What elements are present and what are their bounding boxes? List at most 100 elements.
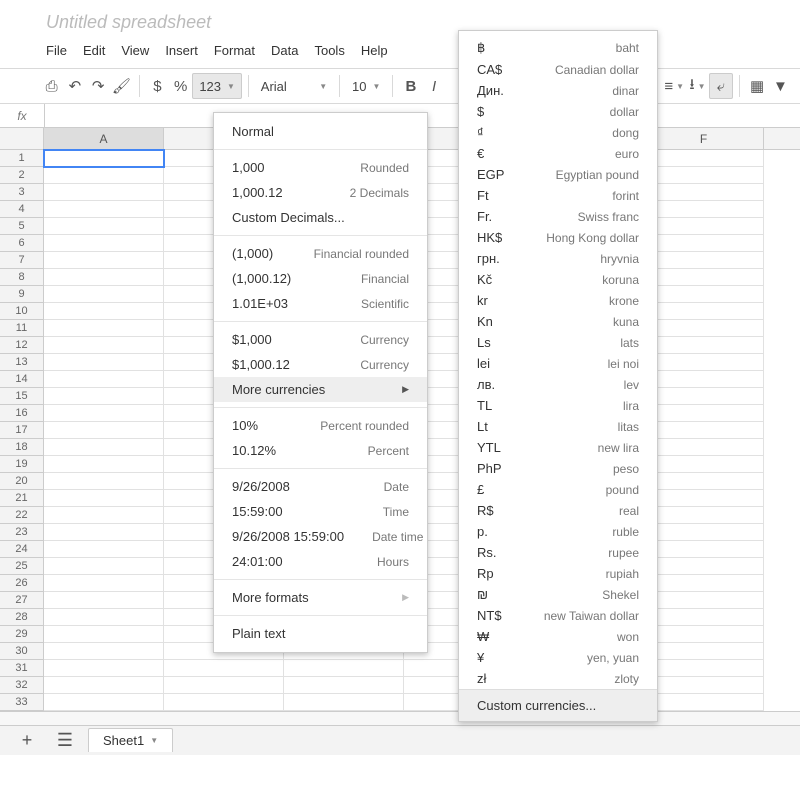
format-currency-rounded[interactable]: $1,000Currency [214, 327, 427, 352]
currency-option[interactable]: Rs.rupee [459, 542, 657, 563]
doc-title[interactable]: Untitled spreadsheet [0, 0, 800, 39]
italic-button[interactable]: I [423, 73, 446, 99]
row-header[interactable]: 26 [0, 575, 44, 592]
format-rounded[interactable]: 1,000Rounded [214, 155, 427, 180]
currency-option[interactable]: leilei noi [459, 353, 657, 374]
cell[interactable] [44, 541, 164, 558]
currency-option[interactable]: Lslats [459, 332, 657, 353]
cell[interactable] [644, 184, 764, 201]
custom-currencies[interactable]: Custom currencies... [459, 689, 657, 721]
cell[interactable] [44, 354, 164, 371]
row-header[interactable]: 23 [0, 524, 44, 541]
row-header[interactable]: 16 [0, 405, 44, 422]
format-percent[interactable]: 10.12%Percent [214, 438, 427, 463]
cell[interactable] [644, 490, 764, 507]
currency-option[interactable]: лв.lev [459, 374, 657, 395]
print-icon[interactable]: ⎙ [40, 73, 63, 99]
cell[interactable] [44, 643, 164, 660]
cell[interactable] [644, 201, 764, 218]
cell[interactable] [44, 405, 164, 422]
format-hours[interactable]: 24:01:00Hours [214, 549, 427, 574]
cell[interactable] [44, 150, 164, 167]
redo-icon[interactable]: ↷ [87, 73, 110, 99]
cell[interactable] [44, 677, 164, 694]
row-header[interactable]: 15 [0, 388, 44, 405]
cell[interactable] [44, 456, 164, 473]
cell[interactable] [644, 354, 764, 371]
row-header[interactable]: 24 [0, 541, 44, 558]
row-header[interactable]: 25 [0, 558, 44, 575]
row-header[interactable]: 22 [0, 507, 44, 524]
cell[interactable] [644, 541, 764, 558]
col-header-a[interactable]: A [44, 128, 164, 149]
cell[interactable] [644, 252, 764, 269]
cell[interactable] [644, 422, 764, 439]
currency-option[interactable]: ₩won [459, 626, 657, 647]
menu-format[interactable]: Format [214, 43, 255, 58]
format-more-currencies[interactable]: More currencies▶ [214, 377, 427, 402]
row-header[interactable]: 18 [0, 439, 44, 456]
currency-option[interactable]: NT$new Taiwan dollar [459, 605, 657, 626]
paint-format-icon[interactable]: 🖌 [110, 73, 133, 99]
row-header[interactable]: 11 [0, 320, 44, 337]
row-header[interactable]: 1 [0, 150, 44, 167]
row-header[interactable]: 21 [0, 490, 44, 507]
cell[interactable] [644, 371, 764, 388]
cell[interactable] [644, 592, 764, 609]
cell[interactable] [644, 303, 764, 320]
row-header[interactable]: 20 [0, 473, 44, 490]
cell[interactable] [44, 558, 164, 575]
currency-option[interactable]: TLlira [459, 395, 657, 416]
format-custom-decimals[interactable]: Custom Decimals... [214, 205, 427, 230]
row-header[interactable]: 14 [0, 371, 44, 388]
cell[interactable] [44, 320, 164, 337]
menu-insert[interactable]: Insert [165, 43, 198, 58]
cell[interactable] [164, 660, 284, 677]
currency-option[interactable]: грн.hryvnia [459, 248, 657, 269]
cell[interactable] [644, 269, 764, 286]
cell[interactable] [44, 235, 164, 252]
row-header[interactable]: 7 [0, 252, 44, 269]
format-date[interactable]: 9/26/2008Date [214, 474, 427, 499]
currency-option[interactable]: €euro [459, 143, 657, 164]
format-currency-button[interactable]: $ [146, 73, 169, 99]
cell[interactable] [44, 609, 164, 626]
cell[interactable] [44, 303, 164, 320]
menu-edit[interactable]: Edit [83, 43, 105, 58]
cell[interactable] [644, 660, 764, 677]
cell[interactable] [44, 286, 164, 303]
cell[interactable] [44, 592, 164, 609]
undo-icon[interactable]: ↶ [63, 73, 86, 99]
cell[interactable] [644, 473, 764, 490]
cell[interactable] [284, 694, 404, 711]
cell[interactable] [644, 575, 764, 592]
currency-option[interactable]: ₪Shekel [459, 584, 657, 605]
col-header-f[interactable]: F [644, 128, 764, 149]
currency-option[interactable]: р.ruble [459, 521, 657, 542]
row-header[interactable]: 27 [0, 592, 44, 609]
menu-view[interactable]: View [121, 43, 149, 58]
valign-dropdown[interactable]: ⭳▼ [686, 73, 709, 99]
format-time[interactable]: 15:59:00Time [214, 499, 427, 524]
format-financial-rounded[interactable]: (1,000)Financial rounded [214, 241, 427, 266]
cell[interactable] [644, 456, 764, 473]
currency-option[interactable]: Knkuna [459, 311, 657, 332]
align-dropdown[interactable]: ≡▼ [663, 73, 686, 99]
row-header[interactable]: 29 [0, 626, 44, 643]
add-sheet-button[interactable]: + [12, 729, 42, 753]
cell[interactable] [44, 201, 164, 218]
row-header[interactable]: 12 [0, 337, 44, 354]
format-currency[interactable]: $1,000.12Currency [214, 352, 427, 377]
currency-option[interactable]: Kčkoruna [459, 269, 657, 290]
wrap-button[interactable]: ⤶ [709, 73, 733, 99]
format-normal[interactable]: Normal [214, 119, 427, 144]
horizontal-scrollbar[interactable] [0, 711, 800, 725]
format-percent-rounded[interactable]: 10%Percent rounded [214, 413, 427, 438]
cell[interactable] [44, 524, 164, 541]
bold-button[interactable]: B [399, 73, 422, 99]
cell[interactable] [44, 575, 164, 592]
cell[interactable] [44, 371, 164, 388]
cell[interactable] [644, 439, 764, 456]
filter-icon[interactable]: ▼ [769, 73, 792, 99]
cell[interactable] [284, 677, 404, 694]
